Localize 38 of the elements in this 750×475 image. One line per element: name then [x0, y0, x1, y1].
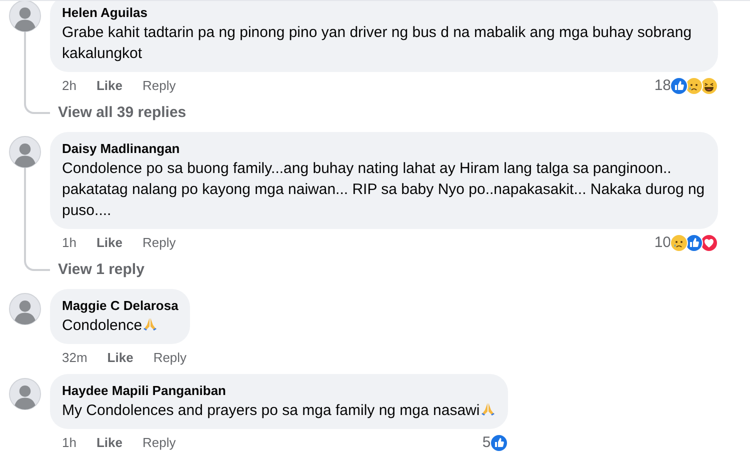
- like-link[interactable]: Like: [96, 233, 122, 253]
- like-reaction-icon: [670, 77, 688, 95]
- comment-time[interactable]: 1h: [62, 233, 76, 253]
- reply-link[interactable]: Reply: [153, 348, 187, 368]
- laughing-reaction-icon: [700, 77, 718, 95]
- like-link[interactable]: Like: [107, 348, 134, 368]
- sad-reaction-icon: [670, 234, 688, 252]
- author-name[interactable]: Haydee Mapili Panganiban: [62, 382, 496, 400]
- comment-text: My Condolences and prayers po sa mga family ng mga nasawi: [62, 400, 496, 421]
- author-name[interactable]: Maggie C Delarosa: [62, 297, 178, 315]
- comment-time[interactable]: 2h: [62, 76, 76, 96]
- comment-time[interactable]: 1h: [62, 433, 76, 453]
- like-link[interactable]: Like: [96, 76, 122, 96]
- praying-hands-icon: [480, 401, 496, 417]
- view-replies-link[interactable]: View all 39 replies: [58, 102, 186, 124]
- avatar[interactable]: [9, 293, 41, 325]
- sad-reaction-icon: [685, 77, 703, 95]
- heart-reaction-icon: [700, 234, 718, 252]
- reply-link[interactable]: Reply: [142, 76, 176, 96]
- reply-link[interactable]: Reply: [142, 433, 176, 453]
- reaction-count[interactable]: 18: [654, 74, 671, 98]
- reply-link[interactable]: Reply: [142, 233, 176, 253]
- author-name[interactable]: Helen Aguilas: [62, 4, 706, 22]
- comment-text: Condolence po sa buong family...ang buhay nating lahat ay Hiram lang talga sa panginoon.. pakatatag nalang po kayong mga naiwan... RIP sa baby Nyo po..napakasakit... Nakaka durog ng puso....: [62, 159, 706, 221]
- avatar[interactable]: [9, 0, 41, 32]
- avatar[interactable]: [9, 136, 41, 168]
- like-reaction-icon: [490, 434, 508, 452]
- like-link[interactable]: Like: [96, 433, 122, 453]
- like-reaction-icon: [685, 234, 703, 252]
- comment-text: Condolence: [62, 315, 158, 336]
- reaction-count[interactable]: 10: [654, 232, 671, 254]
- praying-hands-icon: [142, 316, 158, 332]
- avatar[interactable]: [9, 378, 41, 410]
- comment-text: Grabe kahit tadtarin pa ng pinong pino yan driver ng bus d na mabalik ang mga buhay sobrang kakalungkot: [62, 23, 693, 64]
- view-replies-link[interactable]: View 1 reply: [58, 258, 144, 281]
- comment-time[interactable]: 32m: [62, 348, 88, 368]
- reaction-count[interactable]: 5: [482, 432, 491, 454]
- author-name[interactable]: Daisy Madlinangan: [62, 140, 706, 158]
